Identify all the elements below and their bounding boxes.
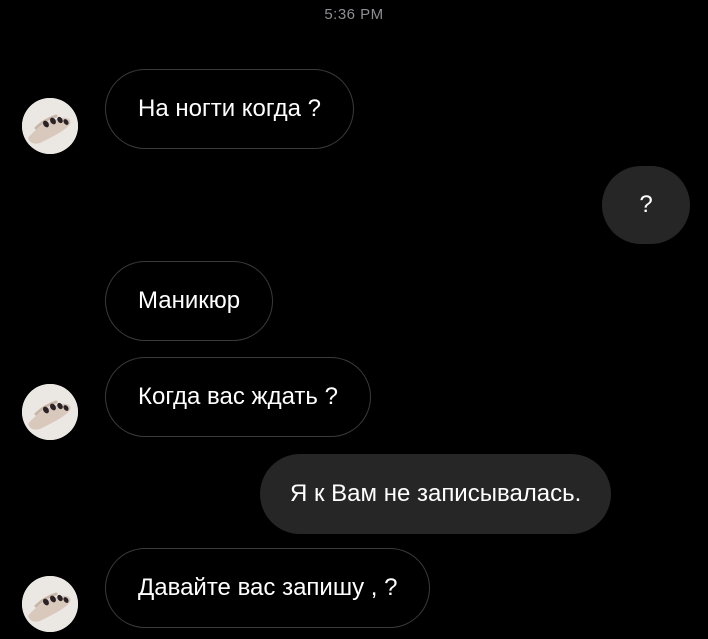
incoming-message-bubble[interactable]: Маникюр bbox=[105, 261, 274, 341]
message-text: На ногти когда ? bbox=[138, 95, 321, 122]
contact-avatar[interactable] bbox=[22, 98, 78, 154]
outgoing-message-bubble[interactable]: Я к Вам не записывалась. bbox=[260, 454, 612, 534]
incoming-message-bubble[interactable]: Давайте вас запишу , ? bbox=[105, 548, 431, 628]
message-text: Давайте вас запишу , ? bbox=[138, 574, 398, 601]
manicured-hand-icon bbox=[22, 98, 78, 154]
contact-avatar[interactable] bbox=[22, 384, 78, 440]
message-text: Когда вас ждать ? bbox=[138, 383, 338, 410]
message-timestamp: 5:36 PM bbox=[324, 6, 384, 23]
manicured-hand-icon bbox=[22, 576, 78, 632]
outgoing-message-bubble[interactable]: ? bbox=[602, 166, 690, 244]
contact-avatar[interactable] bbox=[22, 576, 78, 632]
message-text: Я к Вам не записывалась. bbox=[290, 480, 582, 507]
message-text: Маникюр bbox=[138, 287, 241, 314]
manicured-hand-icon bbox=[22, 384, 78, 440]
incoming-message-bubble[interactable]: Когда вас ждать ? bbox=[105, 357, 371, 437]
incoming-message-bubble[interactable]: На ногти когда ? bbox=[105, 69, 354, 149]
message-text: ? bbox=[639, 191, 653, 218]
